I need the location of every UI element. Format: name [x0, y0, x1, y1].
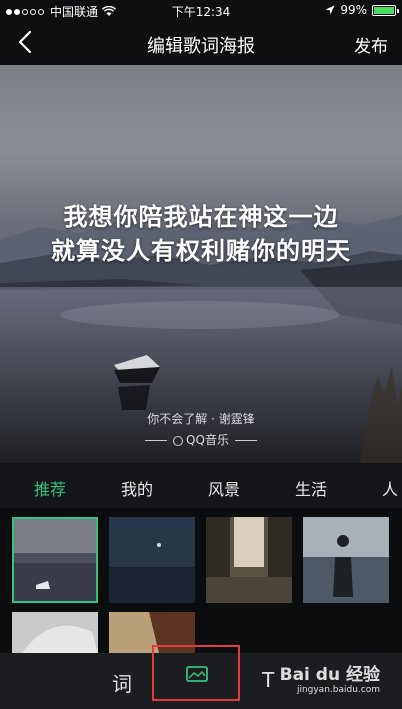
- page-title: 编辑歌词海报: [147, 36, 255, 57]
- divider-left: [145, 440, 168, 441]
- image-tool-highlight-box: [152, 645, 240, 701]
- background-thumb-1[interactable]: [12, 517, 98, 603]
- tab-scenery[interactable]: 风景: [208, 476, 240, 500]
- background-grid: [0, 508, 402, 653]
- poster-preview[interactable]: 我想你陪我站在神这一边 就算没人有权利赌你的明天 你不会了解 · 谢霆锋 QQ音…: [0, 65, 402, 463]
- tab-mine[interactable]: 我的: [121, 476, 153, 500]
- text-tool-button[interactable]: T: [262, 668, 274, 692]
- thumb-image: [14, 519, 96, 601]
- tab-life[interactable]: 生活: [295, 476, 327, 500]
- thumb-image: [206, 517, 292, 603]
- background-thumb-3[interactable]: [206, 517, 292, 603]
- tab-recommended[interactable]: 推荐: [34, 476, 66, 500]
- divider-right: [234, 440, 257, 441]
- brand-label: QQ音乐: [186, 433, 229, 447]
- brand-footer: QQ音乐: [0, 431, 402, 448]
- lyric-line-2: 就算没人有权利赌你的明天: [51, 237, 351, 265]
- lyrics-tool-button[interactable]: 词: [112, 668, 132, 697]
- battery-icon: [372, 4, 399, 16]
- lyric-line-1: 我想你陪我站在神这一边: [63, 203, 339, 231]
- watermark-brand: Bai du 经验: [279, 665, 380, 685]
- publish-button[interactable]: 发布: [354, 32, 388, 57]
- nav-bar: 编辑歌词海报 发布: [0, 20, 402, 65]
- background-thumb-4[interactable]: [303, 517, 389, 603]
- thumb-image: [12, 612, 98, 653]
- status-right: 99%: [325, 3, 399, 17]
- qq-music-logo-icon: [173, 435, 184, 446]
- thumb-image: [303, 517, 389, 603]
- tab-people[interactable]: 人: [382, 476, 398, 500]
- watermark: Bai du 经验 jingyan.baidu.com: [280, 660, 380, 695]
- battery-percent: 99%: [340, 3, 367, 17]
- category-tabs: 推荐 我的 风景 生活 人: [0, 463, 402, 508]
- background-thumb-5[interactable]: [12, 612, 98, 653]
- status-bar: 中国联通 下午12:34 99%: [0, 0, 402, 20]
- poster-lyrics[interactable]: 我想你陪我站在神这一边 就算没人有权利赌你的明天: [0, 200, 402, 268]
- background-thumb-2[interactable]: [109, 517, 195, 603]
- location-arrow-icon: [325, 5, 335, 15]
- watermark-url: jingyan.baidu.com: [296, 685, 380, 695]
- song-credit: 你不会了解 · 谢霆锋: [147, 412, 255, 426]
- thumb-image: [109, 517, 195, 603]
